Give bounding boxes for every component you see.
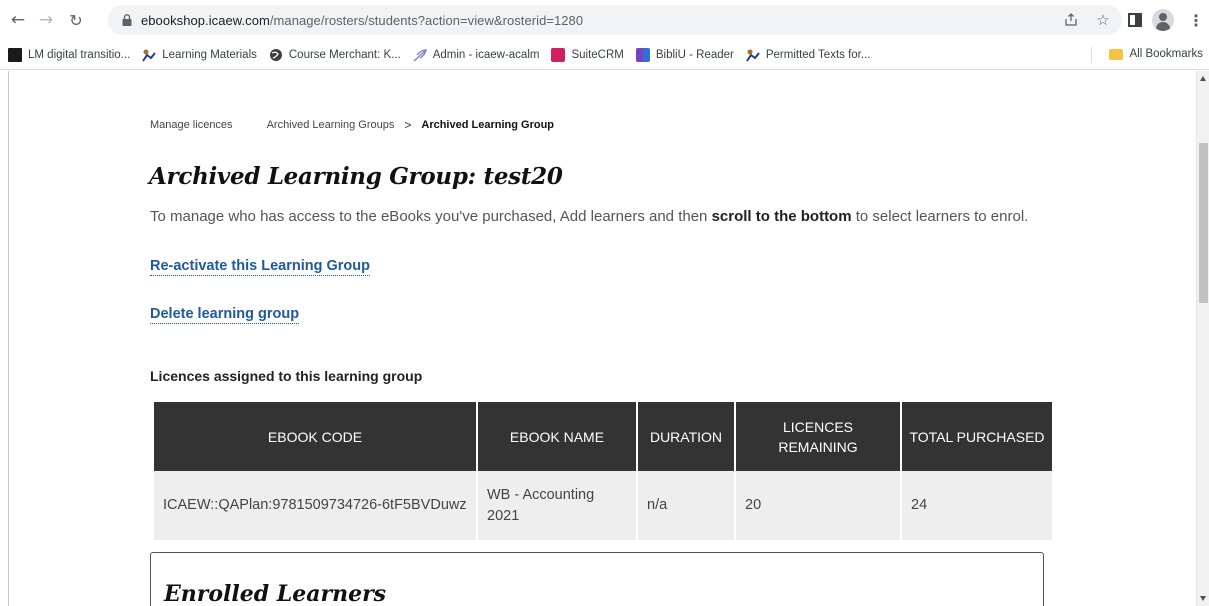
forward-arrow-icon[interactable]: → bbox=[34, 8, 58, 32]
cell-total-purchased: 24 bbox=[902, 471, 1052, 540]
bookmark-item[interactable]: Admin - icaew-acalm bbox=[413, 48, 540, 62]
scroll-down-arrow-icon[interactable] bbox=[1200, 596, 1206, 601]
globe-icon bbox=[269, 48, 283, 62]
scroll-up-arrow-icon[interactable] bbox=[1200, 76, 1206, 81]
page-viewport: Manage licences Archived Learning Groups… bbox=[0, 71, 1196, 606]
intro-text: To manage who has access to the eBooks y… bbox=[150, 208, 1028, 225]
bookmark-label: Permitted Texts for... bbox=[765, 48, 871, 61]
reload-icon[interactable]: ↻ bbox=[64, 8, 88, 32]
suitecrm-icon bbox=[551, 47, 566, 62]
bookmark-label: BibliU - Reader bbox=[655, 48, 734, 61]
breadcrumb-manage-licences[interactable]: Manage licences bbox=[150, 119, 233, 131]
breadcrumb: Manage licences Archived Learning Groups… bbox=[150, 118, 554, 132]
url-text[interactable]: ebookshop.icaew.com/manage/rosters/stude… bbox=[141, 13, 583, 28]
breadcrumb-current: Archived Learning Group bbox=[421, 119, 555, 131]
header-ebook-name: EBOOK NAME bbox=[478, 402, 636, 471]
breadcrumb-separator: > bbox=[404, 118, 412, 132]
cell-ebook-code: ICAEW::QAPlan:9781509734726-6tF5BVDuwz bbox=[154, 471, 476, 540]
learning-materials-icon bbox=[142, 48, 157, 62]
browser-toolbar: ← → ↻ ebookshop.icaew.com/manage/rosters… bbox=[0, 0, 1209, 40]
cell-ebook-name: WB - Accounting 2021 bbox=[478, 471, 636, 540]
bibliu-icon bbox=[635, 47, 650, 62]
licences-table: EBOOK CODE EBOOK NAME DURATION LICENCES … bbox=[152, 402, 1054, 540]
bookmark-item[interactable]: Permitted Texts for... bbox=[746, 48, 871, 62]
back-arrow-icon[interactable]: ← bbox=[6, 8, 30, 32]
bookmark-item[interactable]: Learning Materials bbox=[142, 48, 257, 62]
browser-menu-icon[interactable]: ⋮ bbox=[1188, 11, 1204, 30]
reactivate-group-link[interactable]: Re-activate this Learning Group bbox=[150, 257, 370, 276]
url-host: ebookshop.icaew.com bbox=[141, 12, 270, 28]
all-bookmarks-label: All Bookmarks bbox=[1129, 48, 1204, 60]
table-header-row: EBOOK CODE EBOOK NAME DURATION LICENCES … bbox=[154, 402, 1052, 471]
bookmark-label: Admin - icaew-acalm bbox=[432, 48, 540, 61]
lm-digital-icon bbox=[8, 47, 22, 62]
bookmark-item[interactable]: BibliU - Reader bbox=[635, 47, 734, 62]
enrolled-learners-title: Enrolled Learners bbox=[164, 581, 387, 606]
page-scrollbar[interactable] bbox=[1196, 71, 1209, 606]
header-duration: DURATION bbox=[638, 402, 734, 471]
delete-group-link[interactable]: Delete learning group bbox=[150, 305, 300, 324]
bookmark-label: SuiteCRM bbox=[571, 48, 624, 61]
bookmark-label: Learning Materials bbox=[162, 48, 257, 61]
breadcrumb-archived-groups[interactable]: Archived Learning Groups bbox=[267, 119, 395, 131]
page-title: Archived Learning Group: test20 bbox=[149, 163, 563, 190]
admin-feather-icon bbox=[413, 48, 427, 62]
licences-heading: Licences assigned to this learning group bbox=[150, 368, 423, 384]
folder-icon bbox=[1108, 48, 1123, 60]
bookmark-label: LM digital transitio... bbox=[28, 48, 131, 61]
address-bar[interactable]: ebookshop.icaew.com/manage/rosters/stude… bbox=[108, 5, 1122, 35]
intro-text-bold: scroll to the bottom bbox=[711, 208, 852, 225]
cell-duration: n/a bbox=[638, 471, 734, 540]
bookmark-label: Course Merchant: K... bbox=[288, 48, 401, 61]
bookmark-item[interactable]: LM digital transitio... bbox=[8, 47, 131, 62]
table-row: ICAEW::QAPlan:9781509734726-6tF5BVDuwz W… bbox=[154, 471, 1052, 540]
header-licences-remaining: LICENCES REMAINING bbox=[736, 402, 900, 471]
intro-text-end: to select learners to enrol. bbox=[851, 208, 1029, 225]
header-ebook-code: EBOOK CODE bbox=[154, 402, 476, 471]
bookmarks-bar: LM digital transitio... Learning Materia… bbox=[0, 40, 1209, 70]
header-total-purchased: TOTAL PURCHASED bbox=[902, 402, 1052, 471]
url-path: /manage/rosters/students?action=view&ros… bbox=[269, 12, 584, 28]
profile-avatar-icon[interactable] bbox=[1152, 9, 1174, 31]
permitted-texts-icon bbox=[746, 48, 760, 62]
bookmark-item[interactable]: Course Merchant: K... bbox=[269, 48, 401, 62]
side-panel-icon[interactable] bbox=[1128, 13, 1142, 27]
scrollbar-thumb[interactable] bbox=[1199, 143, 1208, 303]
bookmarks-divider bbox=[1091, 47, 1092, 63]
bookmark-item[interactable]: SuiteCRM bbox=[551, 47, 624, 62]
cell-licences-remaining: 20 bbox=[736, 471, 900, 540]
page-frame-border bbox=[8, 71, 9, 606]
bookmark-star-icon[interactable]: ☆ bbox=[1094, 11, 1112, 29]
all-bookmarks-button[interactable]: All Bookmarks bbox=[1108, 48, 1204, 60]
lock-icon[interactable] bbox=[120, 13, 134, 27]
share-icon[interactable] bbox=[1062, 11, 1080, 29]
intro-text-start: To manage who has access to the eBooks y… bbox=[150, 208, 712, 225]
enrolled-learners-panel: Enrolled Learners bbox=[150, 552, 1044, 606]
